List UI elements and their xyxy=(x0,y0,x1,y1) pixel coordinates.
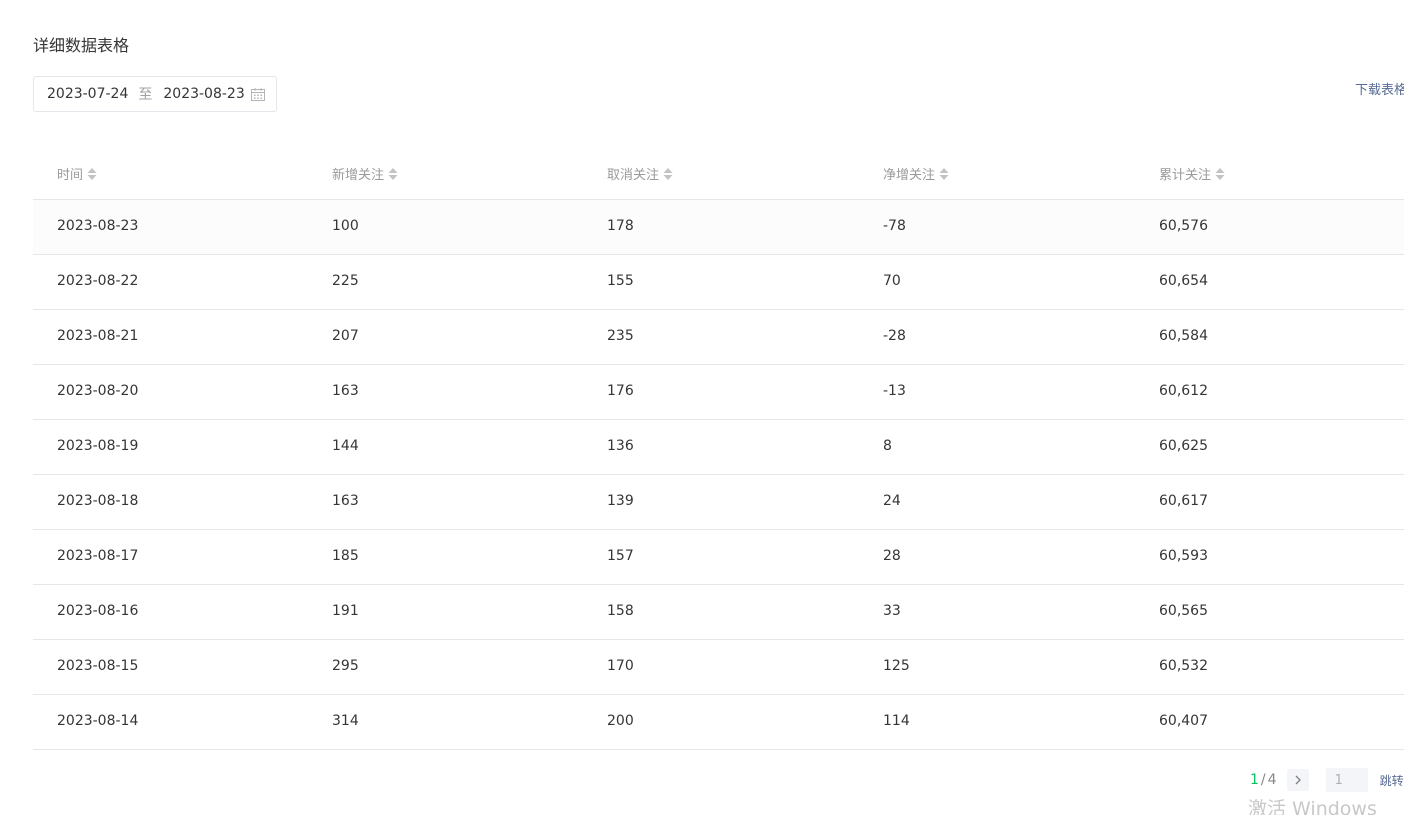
cell-new-follows: 144 xyxy=(332,438,359,454)
cell-new-follows: 191 xyxy=(332,603,359,619)
sort-icon[interactable] xyxy=(939,167,949,181)
column-header-label: 新增关注 xyxy=(332,168,385,183)
cell-date: 2023-08-17 xyxy=(57,548,139,564)
cell-total-follows: 60,565 xyxy=(1159,603,1208,619)
cell-net-follows: -13 xyxy=(883,383,906,399)
calendar-icon[interactable] xyxy=(251,88,265,101)
cell-new-follows: 163 xyxy=(332,383,359,399)
cell-unfollows: 178 xyxy=(607,218,634,234)
cell-new-follows: 100 xyxy=(332,218,359,234)
table-row: 2023-08-19 144 136 8 60,625 xyxy=(33,420,1404,475)
column-header-label: 时间 xyxy=(57,168,84,183)
next-page-button[interactable] xyxy=(1286,769,1309,791)
column-header-new-follows[interactable]: 新增关注 xyxy=(332,164,398,183)
table-row: 2023-08-14 314 200 114 60,407 xyxy=(33,695,1404,750)
section-title: 详细数据表格 xyxy=(33,36,130,55)
table-row: 2023-08-16 191 158 33 60,565 xyxy=(33,585,1404,640)
detailed-data-page: 详细数据表格 2023-07-24 至 2023-08-23 下载表格 时间 新… xyxy=(0,0,1404,815)
sort-icon[interactable] xyxy=(87,167,97,181)
cell-total-follows: 60,532 xyxy=(1159,658,1208,674)
column-header-unfollows[interactable]: 取消关注 xyxy=(607,164,673,183)
chevron-right-icon xyxy=(1295,775,1301,785)
column-header-label: 取消关注 xyxy=(607,168,660,183)
cell-total-follows: 60,407 xyxy=(1159,713,1208,729)
start-date[interactable]: 2023-07-24 xyxy=(47,86,128,102)
cell-date: 2023-08-16 xyxy=(57,603,139,619)
cell-date: 2023-08-21 xyxy=(57,328,139,344)
cell-date: 2023-08-23 xyxy=(57,218,139,234)
cell-new-follows: 185 xyxy=(332,548,359,564)
cell-unfollows: 200 xyxy=(607,713,634,729)
cell-total-follows: 60,617 xyxy=(1159,493,1208,509)
column-header-time[interactable]: 时间 xyxy=(57,164,97,183)
cell-total-follows: 60,593 xyxy=(1159,548,1208,564)
cell-net-follows: 125 xyxy=(883,658,910,674)
current-page: 1 xyxy=(1250,772,1259,788)
cell-net-follows: 28 xyxy=(883,548,901,564)
cell-date: 2023-08-18 xyxy=(57,493,139,509)
data-table: 时间 新增关注 取消关注 净增关注 累计关注 2023-08-23 100 17… xyxy=(33,144,1404,750)
cell-total-follows: 60,584 xyxy=(1159,328,1208,344)
cell-net-follows: 24 xyxy=(883,493,901,509)
total-pages: 4 xyxy=(1267,772,1277,788)
cell-total-follows: 60,576 xyxy=(1159,218,1208,234)
sort-icon[interactable] xyxy=(388,167,398,181)
cell-net-follows: 8 xyxy=(883,438,892,454)
table-row: 2023-08-18 163 139 24 60,617 xyxy=(33,475,1404,530)
table-row: 2023-08-22 225 155 70 60,654 xyxy=(33,255,1404,310)
end-date[interactable]: 2023-08-23 xyxy=(163,86,244,102)
sort-icon[interactable] xyxy=(1215,167,1225,181)
column-header-label: 累计关注 xyxy=(1159,168,1212,183)
pagination: 1 / 4 跳转 xyxy=(1250,768,1404,792)
table-row: 2023-08-23 100 178 -78 60,576 xyxy=(33,200,1404,255)
cell-new-follows: 225 xyxy=(332,273,359,289)
table-row: 2023-08-20 163 176 -13 60,612 xyxy=(33,365,1404,420)
table-row: 2023-08-17 185 157 28 60,593 xyxy=(33,530,1404,585)
cell-date: 2023-08-14 xyxy=(57,713,139,729)
cell-unfollows: 139 xyxy=(607,493,634,509)
cell-total-follows: 60,654 xyxy=(1159,273,1208,289)
windows-activation-watermark: 激活 Windows xyxy=(1248,798,1377,815)
cell-unfollows: 170 xyxy=(607,658,634,674)
cell-new-follows: 314 xyxy=(332,713,359,729)
cell-unfollows: 158 xyxy=(607,603,634,619)
cell-unfollows: 157 xyxy=(607,548,634,564)
cell-net-follows: -28 xyxy=(883,328,906,344)
page-separator: / xyxy=(1260,772,1266,788)
column-header-label: 净增关注 xyxy=(883,168,936,183)
cell-date: 2023-08-15 xyxy=(57,658,139,674)
cell-net-follows: 70 xyxy=(883,273,901,289)
table-row: 2023-08-15 295 170 125 60,532 xyxy=(33,640,1404,695)
cell-new-follows: 295 xyxy=(332,658,359,674)
date-range-picker[interactable]: 2023-07-24 至 2023-08-23 xyxy=(33,76,277,112)
cell-new-follows: 163 xyxy=(332,493,359,509)
sort-icon[interactable] xyxy=(663,167,673,181)
cell-net-follows: 114 xyxy=(883,713,910,729)
column-header-net-follows[interactable]: 净增关注 xyxy=(883,164,949,183)
cell-total-follows: 60,625 xyxy=(1159,438,1208,454)
cell-new-follows: 207 xyxy=(332,328,359,344)
column-header-total-follows[interactable]: 累计关注 xyxy=(1159,164,1225,183)
cell-date: 2023-08-19 xyxy=(57,438,139,454)
cell-unfollows: 136 xyxy=(607,438,634,454)
cell-total-follows: 60,612 xyxy=(1159,383,1208,399)
download-table-link[interactable]: 下载表格 xyxy=(1355,79,1404,98)
table-header: 时间 新增关注 取消关注 净增关注 累计关注 xyxy=(33,144,1404,200)
cell-date: 2023-08-22 xyxy=(57,273,139,289)
cell-net-follows: -78 xyxy=(883,218,906,234)
jump-button[interactable]: 跳转 xyxy=(1380,772,1404,789)
cell-unfollows: 176 xyxy=(607,383,634,399)
cell-date: 2023-08-20 xyxy=(57,383,139,399)
cell-unfollows: 235 xyxy=(607,328,634,344)
page-jump-input[interactable] xyxy=(1325,768,1368,792)
table-row: 2023-08-21 207 235 -28 60,584 xyxy=(33,310,1404,365)
date-range-separator: 至 xyxy=(138,87,153,103)
cell-net-follows: 33 xyxy=(883,603,901,619)
cell-unfollows: 155 xyxy=(607,273,634,289)
